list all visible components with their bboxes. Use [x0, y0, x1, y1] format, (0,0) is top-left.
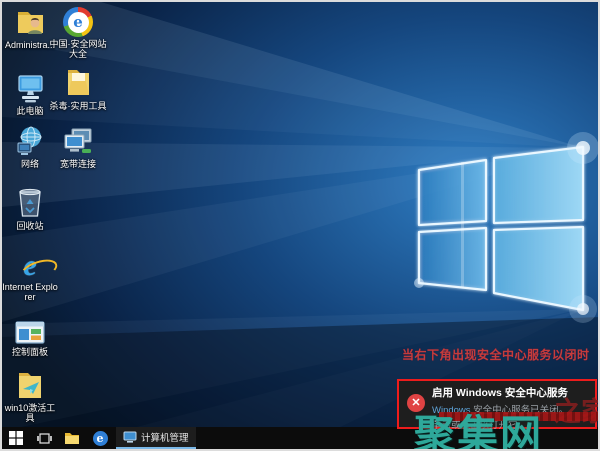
- desktop-icon-recycle-bin[interactable]: 回收站: [1, 186, 59, 231]
- control-panel-icon: [15, 312, 45, 345]
- start-button[interactable]: [2, 427, 30, 449]
- desktop-icon-label: 网络: [21, 159, 39, 169]
- desktop-icon-antivirus-tools[interactable]: 杀毒·实用工具: [49, 66, 107, 111]
- task-view-button[interactable]: [30, 427, 58, 449]
- desktop-icon-china-security-sites[interactable]: e 中国·安全网站大全: [49, 4, 107, 59]
- task-view-icon: [37, 432, 52, 445]
- security-browser-icon: e: [63, 4, 93, 37]
- desktop-icon-control-panel[interactable]: 控制面板: [1, 312, 59, 357]
- file-explorer-button[interactable]: [58, 427, 86, 449]
- desktop-icon-label: 控制面板: [12, 347, 48, 357]
- desktop-icon-label: 此电脑: [16, 106, 43, 116]
- annotation-text: 当右下角出现安全中心服务以闭时: [402, 346, 590, 363]
- broadband-monitors-icon: [62, 124, 95, 157]
- watermark-teal: 聚集网: [414, 401, 543, 451]
- desktop-icon-label: 中国·安全网站大全: [49, 39, 107, 59]
- desktop-icon-label: Administra...: [5, 40, 55, 50]
- internet-explorer-icon: e: [23, 247, 36, 280]
- desktop-icon-label: Internet Explorer: [1, 282, 59, 302]
- browser-e-icon: e: [93, 431, 108, 446]
- computer-management-icon: [123, 431, 137, 443]
- recycle-bin-icon: [15, 186, 45, 219]
- taskbar-task-label: 计算机管理: [141, 430, 189, 444]
- folder-icon: [62, 66, 95, 99]
- administrator-folder-icon: [14, 5, 47, 38]
- file-explorer-icon: [64, 432, 80, 445]
- taskbar-task-computer-management[interactable]: 计算机管理: [116, 427, 196, 449]
- activation-folder-icon: [14, 368, 47, 401]
- browser-button[interactable]: e: [86, 427, 114, 449]
- network-globe-icon: [14, 124, 47, 157]
- desktop-icon-label: 回收站: [16, 221, 43, 231]
- desktop-screen: Administra... e 中国·安全网站大全 此电脑: [0, 0, 600, 451]
- desktop-icon-internet-explorer[interactable]: e Internet Explorer: [1, 247, 59, 302]
- notification-title: 启用 Windows 安全中心服务: [432, 385, 568, 400]
- desktop-icon-broadband[interactable]: 宽带连接: [49, 124, 107, 169]
- desktop-icon-label: win10激活工具: [1, 403, 59, 423]
- desktop-icon-win10-activation[interactable]: win10激活工具: [1, 368, 59, 423]
- watermark-maroon: 之家: [554, 390, 600, 429]
- desktop-icon-label: 杀毒·实用工具: [50, 101, 107, 111]
- computer-icon: [14, 71, 47, 104]
- windows-logo-icon: [9, 431, 23, 445]
- desktop-icon-label: 宽带连接: [60, 159, 96, 169]
